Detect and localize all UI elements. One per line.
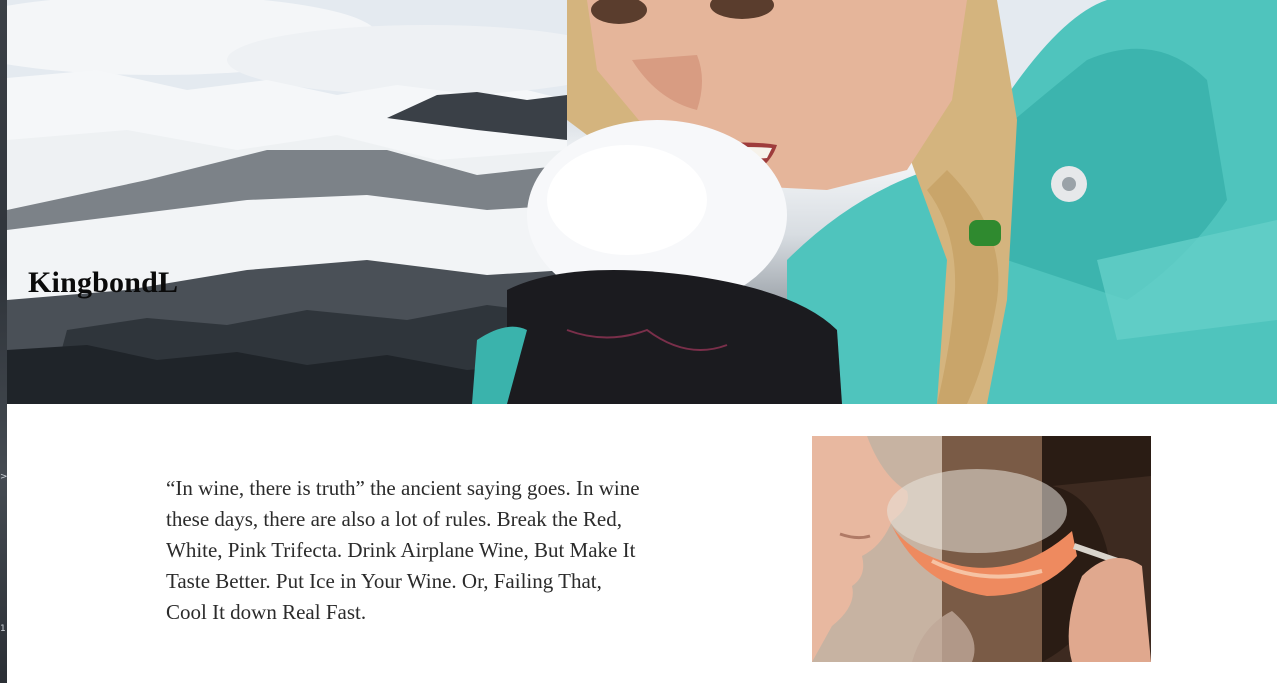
hero-image	[7, 0, 1277, 404]
sidebar-mark-number: 1	[0, 624, 6, 634]
article-quote: “In wine, there is truth” the ancient sa…	[166, 476, 640, 624]
site-title[interactable]: KingbondL	[28, 266, 178, 300]
page: > 1 KingbondL “In wine, there is truth” …	[0, 0, 1277, 683]
sidebar-mark-arrow[interactable]: >	[0, 472, 8, 482]
browser-sidebar-edge: > 1	[0, 0, 8, 683]
wine-glass-image	[812, 436, 1151, 662]
hero-banner: KingbondL	[7, 0, 1277, 404]
wine-tasting-photo	[812, 436, 1151, 662]
